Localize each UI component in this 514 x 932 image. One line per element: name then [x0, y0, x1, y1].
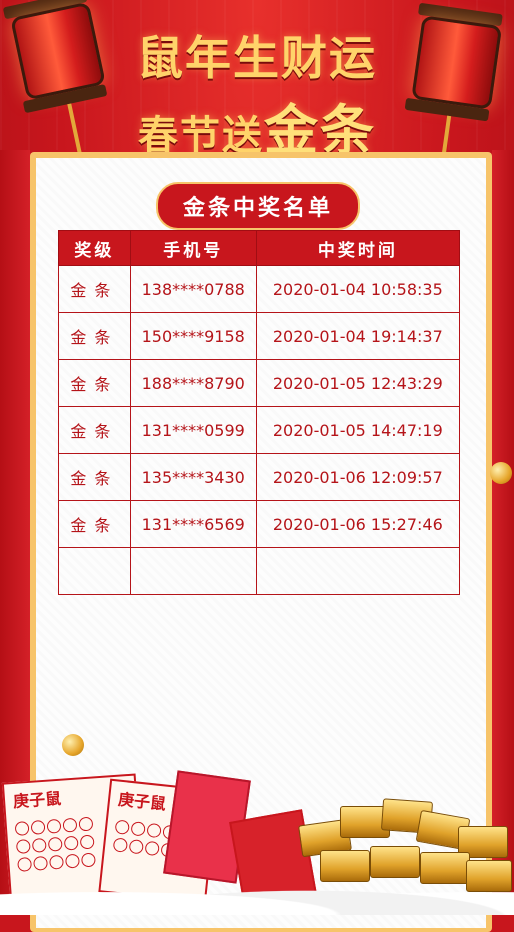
cell-level: 金条	[58, 265, 131, 313]
cell-phone: 131****0599	[129, 406, 257, 454]
table-row: 金条 188****8790 2020-01-05 12:43:29	[58, 359, 461, 407]
cell-phone: 138****0788	[129, 265, 257, 313]
cell-phone: 150****9158	[129, 312, 257, 360]
table-header-row: 奖级 手机号 中奖时间	[58, 230, 461, 266]
gold-coin-icon	[490, 462, 512, 484]
headline-line1: 鼠年生财运	[137, 31, 377, 85]
header-phone: 手机号	[129, 230, 257, 266]
table-row: 金条 131****0599 2020-01-05 14:47:19	[58, 406, 461, 454]
cell-phone: 131****6569	[129, 500, 257, 548]
card-banner-title: 金条中奖名单	[182, 196, 333, 221]
cell-phone: 188****8790	[129, 359, 257, 407]
cloud-decoration	[0, 875, 514, 915]
side-border-right	[492, 150, 514, 915]
cell-time: 2020-01-06 15:27:46	[255, 500, 461, 548]
cell-phone: 135****3430	[129, 453, 257, 501]
cell-level: 金条	[58, 500, 131, 548]
gold-bar-icon	[370, 846, 420, 878]
cell-time	[255, 547, 461, 595]
table-row: 金条 138****0788 2020-01-04 10:58:35	[58, 265, 461, 313]
gold-coin-icon	[62, 734, 84, 756]
card-banner: 金条中奖名单	[156, 182, 360, 230]
cell-level: 金条	[58, 406, 131, 454]
table-row: 金条 150****9158 2020-01-04 19:14:37	[58, 312, 461, 360]
header-level: 奖级	[58, 230, 131, 266]
cell-level: 金条	[58, 312, 131, 360]
cell-time: 2020-01-04 10:58:35	[255, 265, 461, 313]
cell-level	[58, 547, 131, 595]
table-row: 金条 135****3430 2020-01-06 12:09:57	[58, 453, 461, 501]
winners-table: 奖级 手机号 中奖时间 金条 138****0788 2020-01-04 10…	[58, 230, 461, 595]
cell-level: 金条	[58, 359, 131, 407]
table-row: 金条 131****6569 2020-01-06 15:27:46	[58, 500, 461, 548]
header-time: 中奖时间	[255, 230, 461, 266]
cell-time: 2020-01-06 12:09:57	[255, 453, 461, 501]
cell-phone	[129, 547, 257, 595]
table-row-empty	[58, 547, 461, 595]
cell-time: 2020-01-05 12:43:29	[255, 359, 461, 407]
cell-time: 2020-01-05 14:47:19	[255, 406, 461, 454]
cell-time: 2020-01-04 19:14:37	[255, 312, 461, 360]
cell-level: 金条	[58, 453, 131, 501]
